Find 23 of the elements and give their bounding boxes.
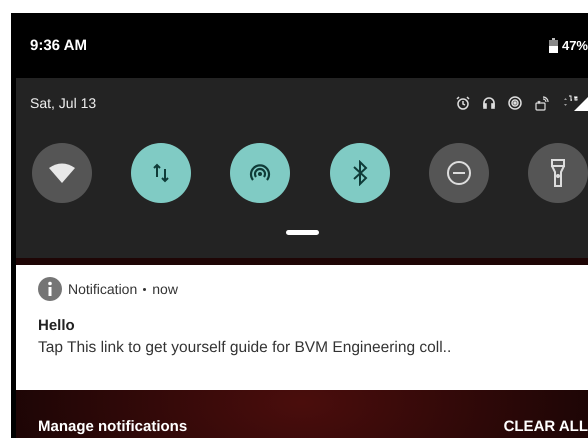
info-icon (38, 277, 62, 301)
flashlight-icon (550, 159, 566, 187)
separator-dot (143, 288, 146, 290)
notification-app-name: Notification (68, 281, 138, 297)
bluetooth-icon (352, 160, 368, 186)
minus-circle-icon (446, 160, 472, 186)
battery-icon (548, 38, 558, 53)
battery-percentage: 47% (562, 38, 588, 53)
notification-text: Tap This link to get yourself guide for BVM Engineering coll.. (38, 339, 452, 357)
wifi-icon (49, 163, 75, 183)
headphones-icon (482, 96, 496, 110)
clock-time: 9:36 AM (30, 37, 87, 54)
notification-card[interactable]: Notification now Hello Tap This link to get yourself guide for BVM Engineering coll.. (16, 265, 588, 390)
drag-handle[interactable] (286, 230, 318, 235)
hotspot-icon (508, 96, 522, 110)
clear-all-button[interactable]: CLEAR ALL (504, 418, 588, 435)
manage-notifications-button[interactable]: Manage notifications (38, 418, 188, 435)
notification-time: now (152, 281, 178, 297)
notification-title: Hello (38, 317, 76, 334)
alarm-clock-icon (456, 96, 470, 110)
date-label: Sat, Jul 13 (30, 95, 96, 111)
data-arrows-icon (153, 163, 170, 183)
mobile-signal-icon (562, 95, 588, 111)
